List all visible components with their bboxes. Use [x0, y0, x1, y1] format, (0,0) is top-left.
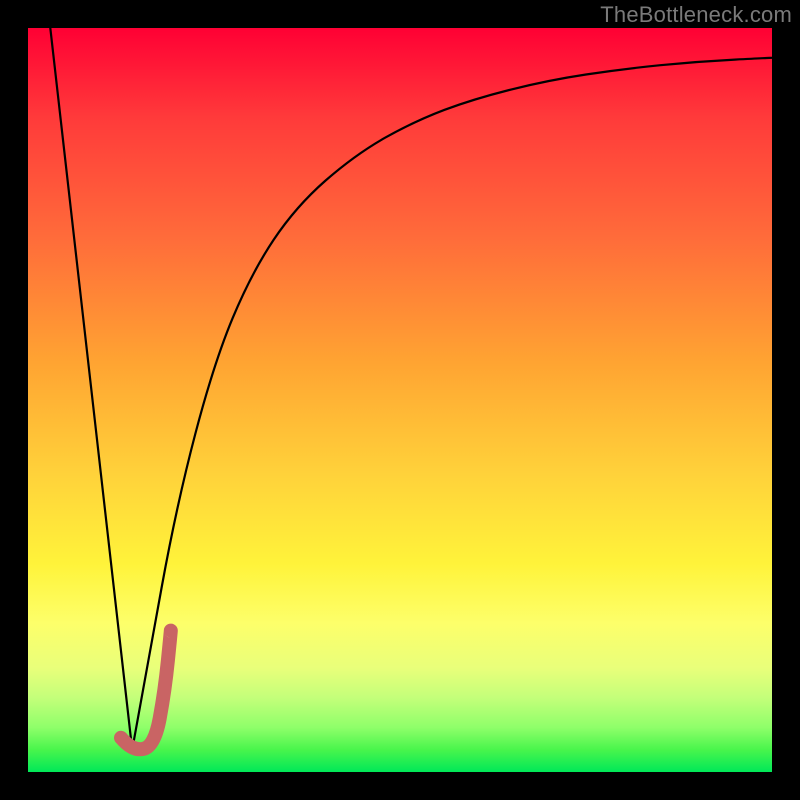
right-curve-line: [132, 58, 772, 750]
chart-svg: [28, 28, 772, 772]
chart-frame: TheBottleneck.com: [0, 0, 800, 800]
plot-area: [28, 28, 772, 772]
highlight-hook-line: [121, 631, 171, 750]
left-descent-line: [50, 28, 132, 750]
watermark-text: TheBottleneck.com: [600, 2, 792, 28]
